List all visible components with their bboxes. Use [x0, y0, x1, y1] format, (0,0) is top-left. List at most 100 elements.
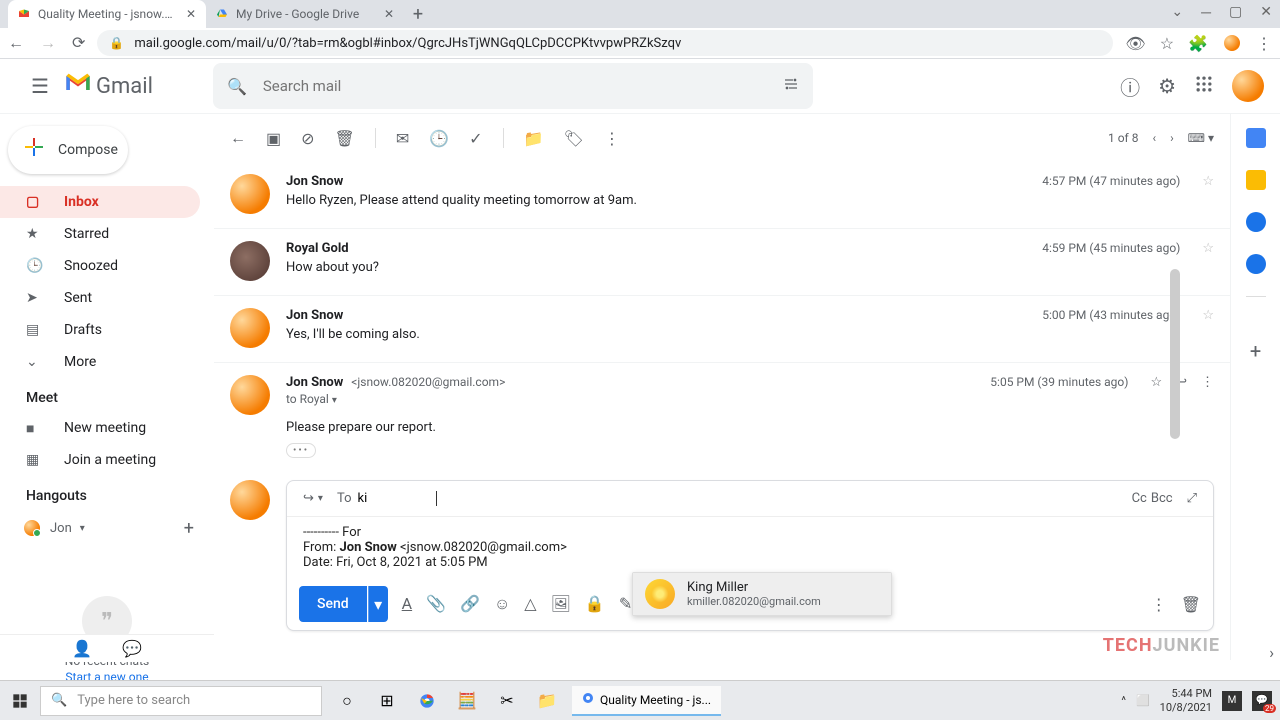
more-icon[interactable]: ⋮ — [604, 129, 620, 148]
dropdown-icon[interactable]: ▾ — [332, 395, 337, 406]
reload-icon[interactable]: ⟳ — [72, 33, 85, 53]
send-button[interactable]: Send — [299, 586, 367, 622]
hangouts-user[interactable]: Jon ▾ + — [0, 510, 214, 546]
autocomplete-suggestion[interactable]: King Miller kmiller.082020@gmail.com — [633, 573, 891, 615]
taskbar-search[interactable]: 🔍 Type here to search — [40, 686, 322, 716]
pen-icon[interactable]: ✎ — [619, 594, 632, 614]
notifications-icon[interactable]: 💬 — [1252, 691, 1272, 711]
calculator-icon[interactable]: 🧮 — [452, 686, 482, 716]
next-icon[interactable]: › — [1170, 131, 1174, 145]
compose-button[interactable]: Compose — [8, 126, 128, 174]
tray-network-icon[interactable]: ⬜ — [1136, 694, 1150, 707]
sidebar-item-starred[interactable]: ★Starred — [0, 218, 200, 250]
close-window-icon[interactable]: ✕ — [1260, 4, 1272, 21]
reply-body[interactable]: ---------- For From: Jon Snow <jsnow.082… — [287, 517, 1213, 578]
explorer-icon[interactable]: 📁 — [532, 686, 562, 716]
snip-icon[interactable]: ✂ — [492, 686, 522, 716]
account-avatar-icon[interactable] — [1232, 70, 1264, 102]
eye-icon[interactable]: 👁 — [1125, 34, 1145, 53]
maximize-icon[interactable]: ▢ — [1229, 4, 1242, 21]
keep-icon[interactable] — [1246, 170, 1266, 190]
attach-icon[interactable]: 📎 — [426, 594, 446, 614]
dropdown-icon[interactable]: ▾ — [80, 523, 85, 534]
sidebar-item-join-meeting[interactable]: ▦Join a meeting — [0, 444, 200, 476]
reply-type-button[interactable]: ↪ ▾ — [303, 491, 323, 506]
format-icon[interactable]: A — [402, 594, 412, 614]
expand-panel-icon[interactable]: › — [1269, 643, 1274, 662]
send-options-button[interactable]: ▾ — [368, 586, 388, 622]
minimize-icon[interactable]: ─ — [1201, 4, 1211, 21]
star-icon[interactable]: ☆ — [1202, 308, 1214, 323]
tab-gmail[interactable]: Quality Meeting - jsnow.082020 ✕ — [8, 0, 206, 28]
to-input[interactable] — [357, 491, 437, 506]
kebab-menu-icon[interactable]: ⋮ — [1256, 34, 1272, 53]
close-icon[interactable]: ✕ — [382, 7, 396, 21]
bcc-button[interactable]: Bcc — [1151, 491, 1173, 506]
add-icon[interactable]: + — [184, 518, 194, 539]
tasks-icon[interactable] — [1246, 212, 1266, 232]
spam-icon[interactable]: ⊘ — [301, 129, 314, 148]
tray-expand-icon[interactable]: ^ — [1121, 694, 1126, 707]
search-options-icon[interactable] — [783, 76, 799, 96]
search-box[interactable]: 🔍 — [213, 63, 813, 109]
snooze-icon[interactable]: 🕒 — [429, 129, 449, 148]
popout-icon[interactable]: ⤢ — [1187, 491, 1197, 506]
search-icon[interactable]: 🔍 — [227, 77, 247, 96]
move-to-icon[interactable]: 📁 — [524, 129, 544, 148]
person-icon[interactable]: 👤 — [72, 639, 92, 658]
star-icon[interactable]: ☆ — [1150, 375, 1162, 390]
delete-icon[interactable]: 🗑 — [335, 129, 355, 148]
message-collapsed[interactable]: Royal Gold4:59 PM (45 minutes ago)☆ How … — [214, 229, 1230, 296]
gmail-logo[interactable]: Gmail — [64, 69, 153, 104]
scrollbar[interactable] — [1170, 269, 1180, 439]
chrome-icon[interactable] — [412, 686, 442, 716]
add-to-tasks-icon[interactable]: ✓ — [469, 129, 482, 148]
taskbar-app-chrome[interactable]: Quality Meeting - js... — [572, 686, 721, 716]
prev-icon[interactable]: ‹ — [1152, 131, 1156, 145]
start-button[interactable] — [0, 681, 40, 721]
emoji-icon[interactable]: ☺ — [494, 594, 510, 614]
profile-avatar-icon[interactable] — [1222, 33, 1242, 53]
message-collapsed[interactable]: Jon Snow5:00 PM (43 minutes ago)☆ Yes, I… — [214, 296, 1230, 363]
discard-icon[interactable]: 🗑 — [1181, 595, 1201, 614]
settings-gear-icon[interactable]: ⚙ — [1158, 74, 1176, 98]
task-view-icon[interactable]: ⊞ — [372, 686, 402, 716]
archive-icon[interactable]: ▣ — [266, 129, 281, 148]
drive-icon[interactable]: △ — [524, 594, 536, 614]
new-tab-button[interactable]: + — [404, 0, 432, 28]
star-icon[interactable]: ☆ — [1202, 241, 1214, 256]
cortana-icon[interactable]: ○ — [332, 686, 362, 716]
search-input[interactable] — [263, 77, 799, 95]
link-icon[interactable]: 🔗 — [460, 594, 480, 614]
image-icon[interactable]: 🖼 — [551, 594, 571, 614]
message-collapsed[interactable]: Jon Snow4:57 PM (47 minutes ago)☆ Hello … — [214, 162, 1230, 229]
contacts-icon[interactable] — [1246, 254, 1266, 274]
star-icon[interactable]: ☆ — [1202, 174, 1214, 189]
sidebar-item-inbox[interactable]: ▢Inbox — [0, 186, 200, 218]
calendar-icon[interactable] — [1246, 128, 1266, 148]
labels-icon[interactable]: 🏷 — [564, 129, 584, 148]
back-icon[interactable]: ← — [8, 33, 24, 53]
chat-icon[interactable]: 💬 — [122, 639, 142, 658]
apps-grid-icon[interactable] — [1194, 74, 1214, 99]
hamburger-menu-icon[interactable]: ☰ — [16, 74, 64, 98]
chevron-down-icon[interactable]: ⌄ — [1171, 4, 1183, 21]
sidebar-item-drafts[interactable]: ▤Drafts — [0, 314, 200, 346]
cc-button[interactable]: Cc — [1132, 491, 1147, 506]
input-tools-icon[interactable]: ⌨ ▾ — [1188, 131, 1214, 145]
add-addon-icon[interactable]: + — [1250, 339, 1261, 363]
more-icon[interactable]: ⋮ — [1201, 375, 1214, 390]
tab-drive[interactable]: My Drive - Google Drive ✕ — [206, 0, 404, 28]
sidebar-item-sent[interactable]: ➤Sent — [0, 282, 200, 314]
back-arrow-icon[interactable]: ← — [230, 128, 246, 148]
show-trimmed-icon[interactable]: ••• — [286, 443, 316, 458]
star-icon[interactable]: ☆ — [1160, 34, 1174, 53]
sidebar-item-snoozed[interactable]: 🕒Snoozed — [0, 250, 200, 282]
close-icon[interactable]: ✕ — [184, 7, 198, 21]
sidebar-item-new-meeting[interactable]: ■New meeting — [0, 412, 200, 444]
extensions-icon[interactable]: 🧩 — [1188, 34, 1208, 53]
help-icon[interactable]: ⓘ — [1120, 72, 1140, 101]
tray-clock[interactable]: 5:44 PM 10/8/2021 — [1160, 687, 1212, 713]
to-line[interactable]: to Royal ▾ — [286, 392, 1214, 406]
mark-unread-icon[interactable]: ✉ — [396, 129, 409, 148]
